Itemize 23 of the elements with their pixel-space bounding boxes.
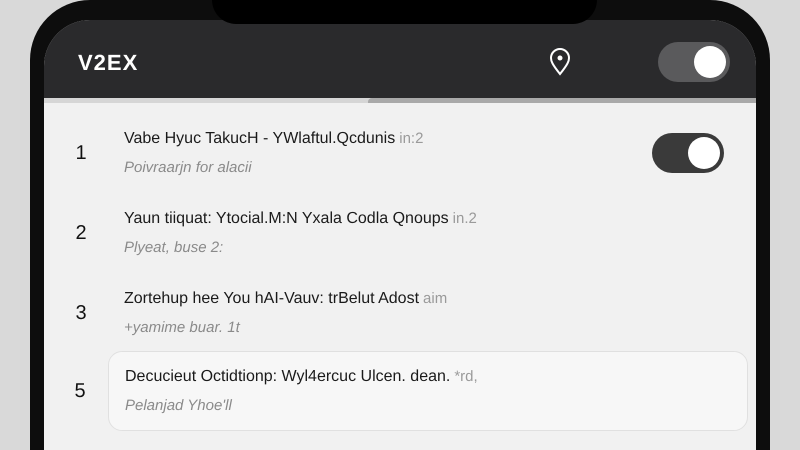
location-pin-icon[interactable] bbox=[548, 48, 572, 76]
topic-row[interactable]: 1 Vabe Hyuc TakucH - YWlaftul.Qcdunis in:2 Poivraarjn for alacii bbox=[52, 113, 748, 193]
topic-meta: aim bbox=[423, 288, 448, 309]
topic-title: Vabe Hyuc TakucH - YWlaftul.Qcdunis bbox=[124, 128, 396, 149]
topic-subtitle: Poivraarjn for alacii bbox=[124, 158, 253, 178]
topic-meta: in:2 bbox=[399, 128, 424, 149]
topic-subtitle: +yamime buar. 1t bbox=[124, 318, 242, 338]
topic-number: 5 bbox=[73, 379, 87, 404]
topic-number: 2 bbox=[74, 221, 88, 246]
topic-number: 1 bbox=[74, 141, 88, 166]
app-title: V2EX bbox=[78, 48, 138, 76]
topic-title: Yaun tiiquat: Ytocial.M:N Yxala Codla Qnoups bbox=[124, 208, 449, 229]
topic-title: Zortehup hee You hAI-Vauv: trBelut Adost bbox=[124, 288, 420, 309]
topic-meta: in.2 bbox=[452, 208, 477, 229]
topic-title: Decucieut Octidtionp: Wyl4ercuc Ulcen. dean. bbox=[125, 366, 450, 387]
toggle-switch[interactable] bbox=[658, 42, 730, 82]
toggle-switch[interactable] bbox=[652, 133, 724, 173]
topic-subtitle: Pelanjad Yhoe'll bbox=[125, 396, 234, 416]
topic-subtitle: Plyeat, buse 2: bbox=[124, 238, 224, 258]
topic-number: 3 bbox=[74, 301, 88, 326]
topic-meta: *rd, bbox=[454, 366, 478, 387]
topic-row[interactable]: 3 Zortehup hee You hAI-Vauv: trBelut Adost aim +yamime buar. 1t bbox=[52, 273, 748, 353]
topic-row[interactable]: 2 Yaun tiiquat: Ytocial.M:N Yxala Codla Qnoups in.2 Plyeat, buse 2: bbox=[52, 193, 748, 273]
